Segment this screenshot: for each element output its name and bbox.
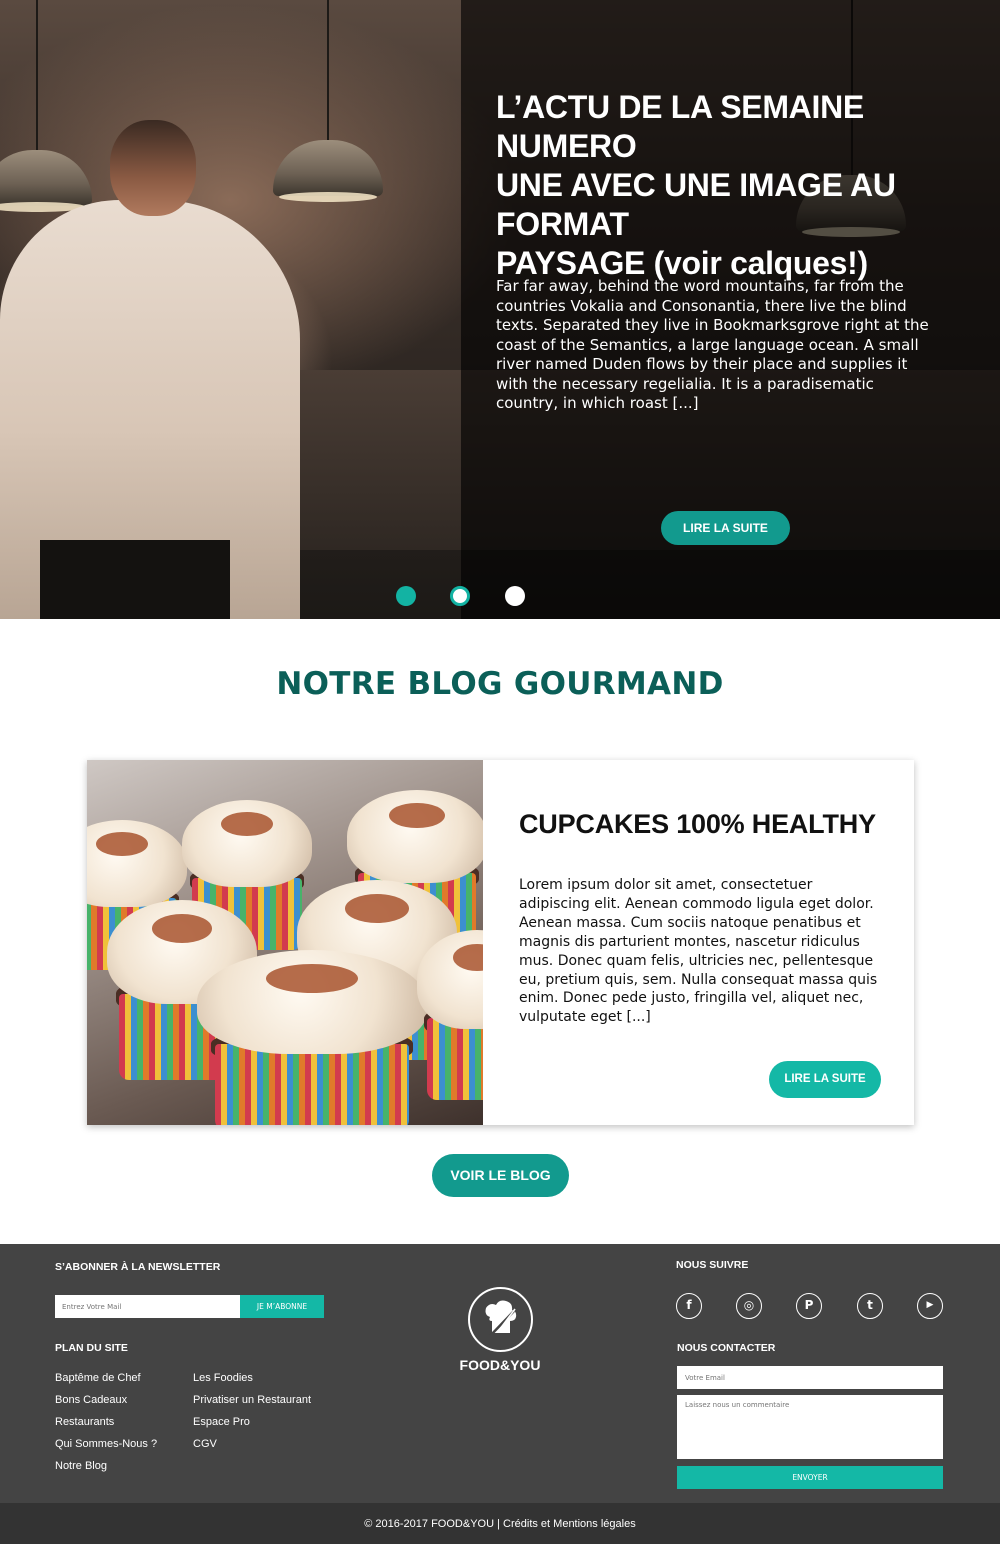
cupcake [417,930,483,1100]
contact-email-input[interactable] [677,1366,943,1389]
newsletter-email-input[interactable] [55,1295,240,1318]
hero-text: Far far away, behind the word mountains,… [496,277,929,412]
instagram-icon[interactable]: ◎ [736,1293,762,1319]
hero-read-more-button[interactable]: LIRE LA SUITE [661,511,790,545]
chef-head [110,120,196,216]
facebook-icon[interactable]: f [676,1293,702,1319]
brand-name: FOOD&YOU [459,1357,541,1373]
youtube-icon[interactable]: ▶ [917,1293,943,1319]
blog-section-title: NOTRE BLOG GOURMAND [276,666,724,702]
blog-card-text: Lorem ipsum dolor sit amet, consectetuer… [519,877,878,1026]
send-button[interactable]: ENVOYER [677,1466,943,1489]
twitter-icon[interactable]: t [857,1293,883,1319]
lamp-cord [327,0,329,140]
contact-heading: NOUS CONTACTER [677,1342,776,1354]
cupcakes-image [87,760,483,1125]
sitemap-link-privatiser[interactable]: Privatiser un Restaurant [193,1394,311,1406]
follow-heading: NOUS SUIVRE [676,1259,749,1271]
slider-dot-1[interactable] [396,586,416,606]
sitemap-link-notre-blog[interactable]: Notre Blog [55,1460,107,1472]
sitemap-link-bapteme[interactable]: Baptême de Chef [55,1372,141,1384]
lamp-cord [36,0,38,150]
newsletter-heading: S’ABONNER À LA NEWSLETTER [55,1261,221,1273]
hero-title: L’ACTU DE LA SEMAINE NUMERO UNE AVEC UNE… [496,89,896,281]
chef-legs [40,540,230,619]
view-blog-button[interactable]: VOIR LE BLOG [432,1154,569,1197]
sitemap-heading: PLAN DU SITE [55,1342,128,1354]
pinterest-icon[interactable]: P [796,1293,822,1319]
chef-hat-logo-icon[interactable] [468,1287,533,1352]
subscribe-button[interactable]: JE M’ABONNE [240,1295,324,1318]
slider-dot-2[interactable] [450,586,470,606]
cupcake [197,950,427,1125]
sitemap-link-foodies[interactable]: Les Foodies [193,1372,253,1384]
legal-link[interactable]: Crédits et Mentions légales [503,1518,636,1530]
copyright-line: © 2016-2017 FOOD&YOU | Crédits et Mentio… [0,1518,1000,1530]
sitemap-link-cgv[interactable]: CGV [193,1438,217,1450]
copyright-text: © 2016-2017 FOOD&YOU [364,1518,495,1530]
sitemap-link-espace-pro[interactable]: Espace Pro [193,1416,250,1428]
pendant-lamp [0,150,92,212]
sitemap-link-restaurants[interactable]: Restaurants [55,1416,114,1428]
blog-card-title: CUPCAKES 100% HEALTHY [519,809,876,839]
pendant-lamp [273,140,383,202]
slider-dot-3[interactable] [505,586,525,606]
contact-comment-textarea[interactable] [677,1395,943,1459]
card-read-more-button[interactable]: LIRE LA SUITE [769,1061,881,1098]
sitemap-link-qui-sommes-nous[interactable]: Qui Sommes-Nous ? [55,1438,157,1450]
sitemap-link-bons-cadeaux[interactable]: Bons Cadeaux [55,1394,127,1406]
